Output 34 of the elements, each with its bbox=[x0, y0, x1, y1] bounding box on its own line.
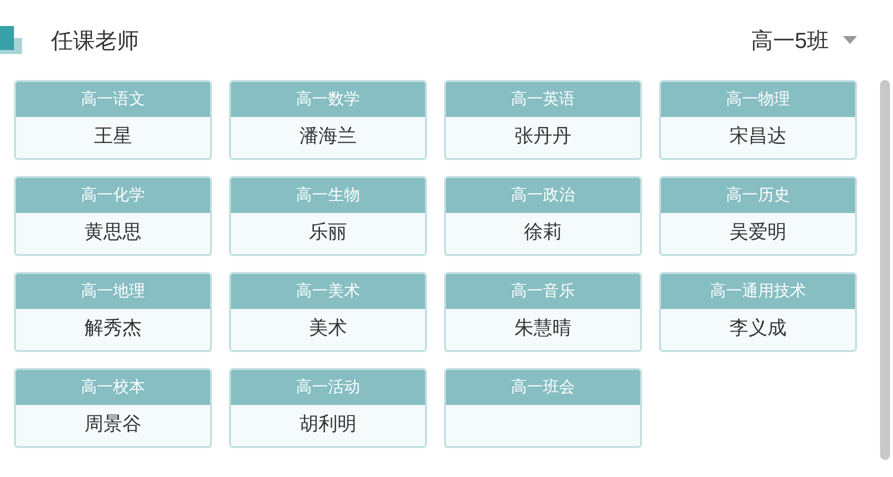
caret-icon bbox=[843, 36, 857, 44]
teacher-name: 黄思思 bbox=[84, 221, 142, 246]
subject-header: 高一化学 bbox=[16, 178, 210, 213]
class-dropdown[interactable]: 高一5班 bbox=[750, 24, 857, 56]
scrollbar[interactable] bbox=[880, 80, 890, 460]
teacher-name: 徐莉 bbox=[524, 221, 562, 246]
subject-header: 高一通用技术 bbox=[661, 274, 855, 309]
teacher-name: 吴爱明 bbox=[730, 221, 786, 246]
subject-header: 高一活动 bbox=[231, 370, 425, 405]
subject-header: 高一政治 bbox=[446, 178, 640, 213]
teacher-name: 周景谷 bbox=[84, 413, 142, 438]
teacher-name: 王星 bbox=[94, 125, 132, 150]
teacher-name: 潘海兰 bbox=[300, 125, 356, 150]
teacher-name: 宋昌达 bbox=[730, 125, 786, 150]
teacher-name: 张丹丹 bbox=[514, 125, 572, 150]
subject-header: 高一语文 bbox=[16, 82, 210, 117]
subject-header: 高一地理 bbox=[16, 274, 210, 309]
subject-header: 高一生物 bbox=[231, 178, 425, 213]
subject-header: 高一音乐 bbox=[446, 274, 640, 309]
teacher-name: 朱慧晴 bbox=[514, 317, 572, 342]
subject-header: 高一历史 bbox=[661, 178, 855, 213]
teacher-name: 解秀杰 bbox=[84, 317, 142, 342]
bar-icon bbox=[0, 26, 24, 54]
subject-header: 高一英语 bbox=[446, 82, 640, 117]
subject-header: 高一数学 bbox=[231, 82, 425, 117]
teacher-name: 美术 bbox=[309, 316, 347, 342]
subject-header: 高一物理 bbox=[661, 82, 855, 117]
subject-header: 高一美术 bbox=[231, 274, 425, 309]
subject-header: 高一班会 bbox=[446, 370, 640, 405]
teacher-name: 胡利明 bbox=[300, 413, 356, 438]
teacher-name: 乐丽 bbox=[309, 221, 347, 246]
teacher-name: 李义成 bbox=[730, 317, 786, 342]
subject-header: 高一校本 bbox=[16, 370, 210, 405]
page-title: 任课老师 bbox=[51, 26, 139, 54]
